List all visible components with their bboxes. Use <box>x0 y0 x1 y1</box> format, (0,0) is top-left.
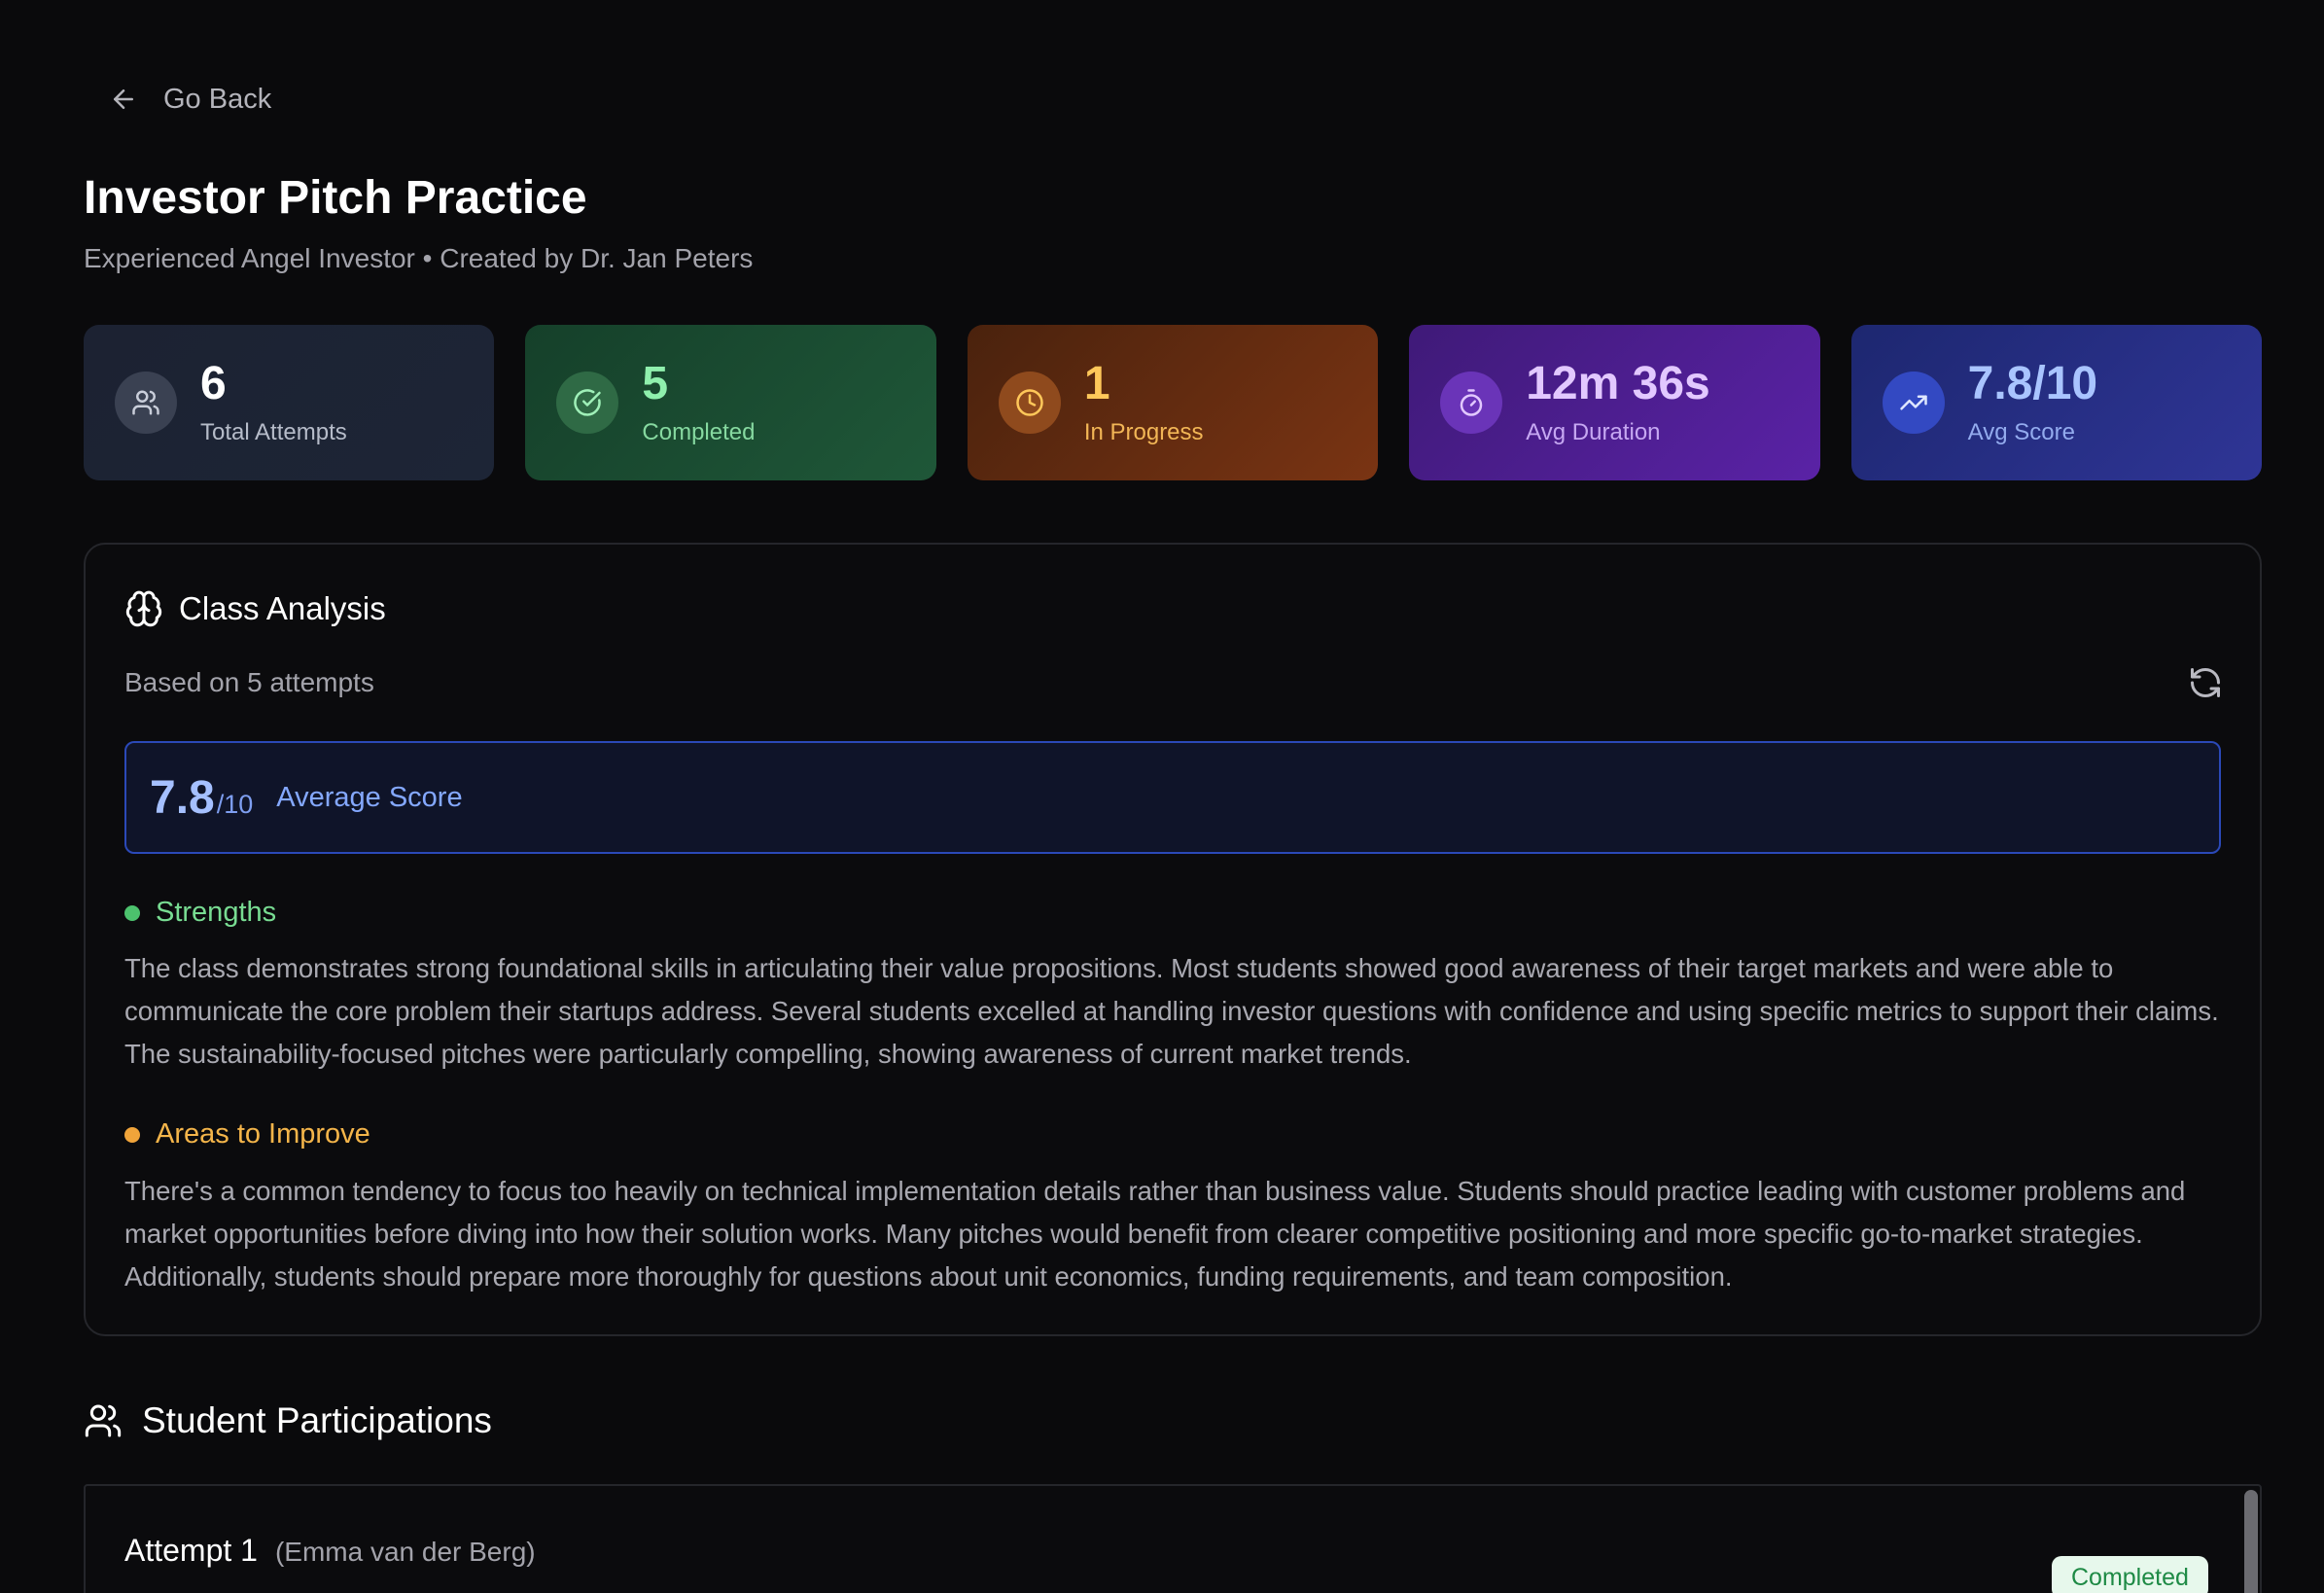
stat-label: In Progress <box>1083 419 1204 445</box>
page-subtitle: Experienced Angel Investor • Created by … <box>84 243 754 273</box>
strengths-text: The class demonstrates strong foundation… <box>124 953 2219 1069</box>
average-score-label: Average Score <box>276 781 463 813</box>
attempt-student-name: (Emma van der Berg) <box>274 1537 536 1567</box>
stat-value: 5 <box>642 358 669 409</box>
stat-label: Avg Duration <box>1526 419 1661 445</box>
class-analysis-panel: Class Analysis Based on 5 attempts 7.8 /… <box>84 543 2262 1336</box>
stat-card-avg-score: 7.8/10 Avg Score <box>1850 325 2263 480</box>
class-analysis-header: Class Analysis <box>124 589 386 628</box>
stat-card-in-progress: 1 In Progress <box>967 325 1379 480</box>
average-score-denominator: /10 <box>216 789 254 819</box>
users-icon <box>85 1404 122 1437</box>
stat-card-completed: 5 Completed <box>525 325 936 480</box>
improve-text: There's a common tendency to focus too h… <box>124 1176 2186 1292</box>
stat-label: Total Attempts <box>200 419 347 445</box>
trending-up-icon <box>1882 372 1945 434</box>
stat-value: 7.8/10 <box>1967 358 2098 409</box>
strengths-title: Strengths <box>156 897 277 928</box>
attempt-item[interactable]: Attempt 1 (Emma van der Berg) <box>124 1533 536 1569</box>
status-badge: Completed <box>2052 1556 2208 1593</box>
refresh-icon[interactable] <box>2188 665 2223 700</box>
improve-title: Areas to Improve <box>156 1118 370 1150</box>
improve-dot <box>124 1126 140 1143</box>
stat-label: Completed <box>642 419 756 445</box>
page: Go Back Investor Pitch Practice Experien… <box>0 0 2324 1593</box>
go-back-button[interactable]: Go Back <box>109 76 271 123</box>
page-title: Investor Pitch Practice <box>84 172 587 224</box>
arrow-left-icon <box>114 89 133 109</box>
student-participations-header: Student Participations <box>84 1400 492 1441</box>
stat-card-avg-duration: 12m 36s Avg Duration <box>1409 325 1820 480</box>
stats-row: 6 Total Attempts 5 Completed 1 In Progre… <box>84 325 2263 480</box>
users-icon <box>115 372 177 434</box>
stat-label: Avg Score <box>1967 419 2075 445</box>
average-score-value: 7.8 <box>150 771 215 824</box>
attempt-label: Attempt 1 <box>124 1533 258 1568</box>
attempts-list: Attempt 1 (Emma van der Berg) Completed <box>84 1484 2262 1593</box>
go-back-label: Go Back <box>163 83 272 115</box>
stat-value: 6 <box>200 358 227 409</box>
stat-value: 1 <box>1083 358 1110 409</box>
stat-card-total-attempts: 6 Total Attempts <box>84 325 495 480</box>
scrollbar[interactable] <box>2244 1490 2258 1593</box>
average-score-box: 7.8 /10 Average Score <box>124 741 2221 854</box>
strengths-header: Strengths <box>124 897 276 929</box>
clock-icon <box>998 372 1061 434</box>
class-analysis-subtitle: Based on 5 attempts <box>124 667 374 697</box>
stat-value: 12m 36s <box>1526 358 1710 409</box>
strengths-dot <box>124 904 140 921</box>
class-analysis-title: Class Analysis <box>179 590 386 626</box>
student-participations-title: Student Participations <box>142 1400 492 1440</box>
check-circle-icon <box>556 372 619 434</box>
stopwatch-icon <box>1440 372 1503 434</box>
improve-header: Areas to Improve <box>124 1118 370 1150</box>
brain-icon <box>125 590 162 627</box>
